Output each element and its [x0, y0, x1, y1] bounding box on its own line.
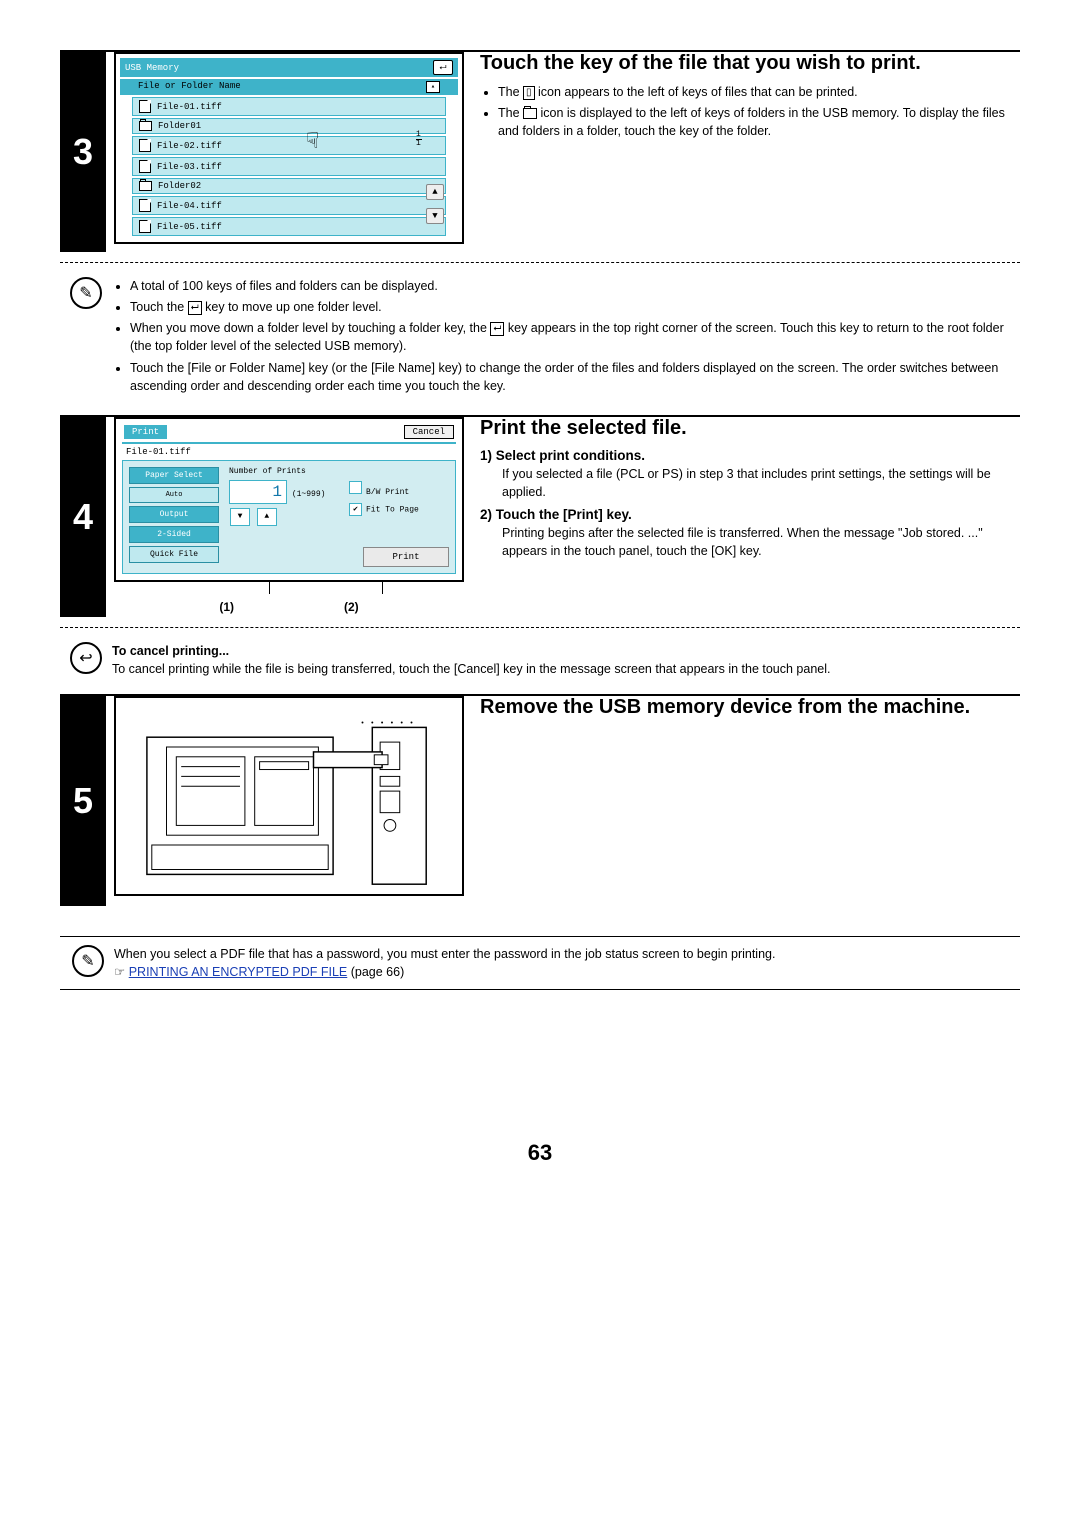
- note-icon-footer: ✎: [72, 945, 104, 977]
- file-icon: [139, 199, 151, 212]
- print-button[interactable]: Print: [363, 547, 449, 567]
- bw-label: B/W Print: [366, 488, 409, 497]
- item-name: File-02.tiff: [157, 141, 222, 151]
- bw-checkbox[interactable]: [349, 481, 362, 494]
- note-icon: ✎: [70, 277, 102, 309]
- column-header[interactable]: File or Folder Name: [138, 81, 241, 93]
- step4-title: Print the selected file.: [480, 417, 1020, 440]
- usb-memory-panel: USB Memory ⮠ File or Folder Name ▴ File-…: [114, 52, 464, 244]
- note-2: Touch the ⮠ key to move up one folder le…: [130, 298, 1018, 316]
- folder-icon: [523, 108, 537, 119]
- num-prints-label: Number of Prints: [229, 467, 339, 476]
- cancel-heading: To cancel printing...: [112, 642, 1018, 660]
- callout-2: (2): [344, 600, 359, 614]
- file-row[interactable]: File-04.tiff: [132, 196, 446, 215]
- step4-sub2-b: Printing begins after the selected file …: [502, 524, 1020, 560]
- sort-icon[interactable]: ▴: [426, 81, 440, 93]
- file-icon: [139, 220, 151, 233]
- scroll-down-icon[interactable]: ▼: [426, 208, 444, 224]
- increment-button[interactable]: ▲: [257, 508, 277, 526]
- file-row[interactable]: File-05.tiff: [132, 217, 446, 236]
- footer-text: When you select a PDF file that has a pa…: [114, 945, 1016, 963]
- note-1: A total of 100 keys of files and folders…: [130, 277, 1018, 295]
- page-top: 1: [416, 131, 422, 139]
- file-row[interactable]: File-03.tiff: [132, 157, 446, 176]
- file-row[interactable]: File-01.tiff: [132, 97, 446, 116]
- up-key-icon-2: ⮠: [490, 322, 504, 336]
- folder-row[interactable]: Folder01: [132, 118, 446, 134]
- fit-checkbox[interactable]: ✔: [349, 503, 362, 516]
- touch-hand-icon: ☟: [306, 129, 319, 155]
- output-button[interactable]: Output: [129, 506, 219, 523]
- note-4: Touch the [File or Folder Name] key (or …: [130, 359, 1018, 395]
- item-name: File-03.tiff: [157, 162, 222, 172]
- quick-file-button[interactable]: Quick File: [129, 546, 219, 563]
- step3-bullet-1: The ▯ icon appears to the left of keys o…: [498, 83, 1020, 101]
- usb-panel-title: USB Memory: [125, 63, 179, 73]
- print-filename: File-01.tiff: [122, 444, 456, 460]
- file-icon: [139, 160, 151, 173]
- file-icon: ▯: [523, 86, 535, 100]
- page-bottom: 1: [416, 140, 422, 148]
- link-suffix: (page 66): [347, 965, 404, 979]
- scroll-up-icon[interactable]: ▲: [426, 184, 444, 200]
- range-label: (1~999): [292, 490, 326, 499]
- item-name: File-05.tiff: [157, 222, 222, 232]
- fit-label: Fit To Page: [366, 505, 419, 514]
- folder-up-icon[interactable]: ⮠: [433, 60, 453, 75]
- step3-title: Touch the key of the file that you wish …: [480, 52, 1020, 75]
- file-icon: [139, 100, 151, 113]
- print-title: Print: [124, 425, 167, 439]
- step4-sub2-h: 2) Touch the [Print] key.: [480, 507, 1020, 522]
- step-number-3: 3: [60, 52, 106, 252]
- num-prints-value: 1: [229, 480, 287, 504]
- pointer-icon: ☞: [114, 965, 125, 979]
- cancel-button[interactable]: Cancel: [404, 425, 454, 439]
- note-3: When you move down a folder level by tou…: [130, 319, 1018, 355]
- encrypted-pdf-link[interactable]: PRINTING AN ENCRYPTED PDF FILE: [129, 965, 348, 979]
- folder-icon: [139, 181, 152, 191]
- printer-illustration: [114, 696, 464, 896]
- print-panel: Print Cancel File-01.tiff Paper Select A…: [114, 417, 464, 582]
- file-icon: [139, 139, 151, 152]
- step4-sub1-b: If you selected a file (PCL or PS) in st…: [502, 465, 1020, 501]
- folder-row[interactable]: Folder02: [132, 178, 446, 194]
- item-name: File-04.tiff: [157, 201, 222, 211]
- step5-title: Remove the USB memory device from the ma…: [480, 696, 1020, 719]
- item-name: Folder02: [158, 181, 201, 191]
- file-row[interactable]: File-02.tiff: [132, 136, 446, 155]
- up-key-icon: ⮠: [188, 301, 202, 315]
- back-icon: ↩: [70, 642, 102, 674]
- two-sided-button[interactable]: 2-Sided: [129, 526, 219, 543]
- decrement-button[interactable]: ▼: [230, 508, 250, 526]
- folder-icon: [139, 121, 152, 131]
- page-number: 63: [60, 1140, 1020, 1166]
- step-number-5: 5: [60, 696, 106, 906]
- cancel-body: To cancel printing while the file is bei…: [112, 660, 1018, 678]
- item-name: Folder01: [158, 121, 201, 131]
- step3-bullet-2: The icon is displayed to the left of key…: [498, 104, 1020, 140]
- callout-1: (1): [219, 600, 234, 614]
- step-number-4: 4: [60, 417, 106, 617]
- paper-select-button[interactable]: Paper Select: [129, 467, 219, 484]
- auto-label: Auto: [129, 487, 219, 503]
- item-name: File-01.tiff: [157, 102, 222, 112]
- step4-sub1-h: 1) Select print conditions.: [480, 448, 1020, 463]
